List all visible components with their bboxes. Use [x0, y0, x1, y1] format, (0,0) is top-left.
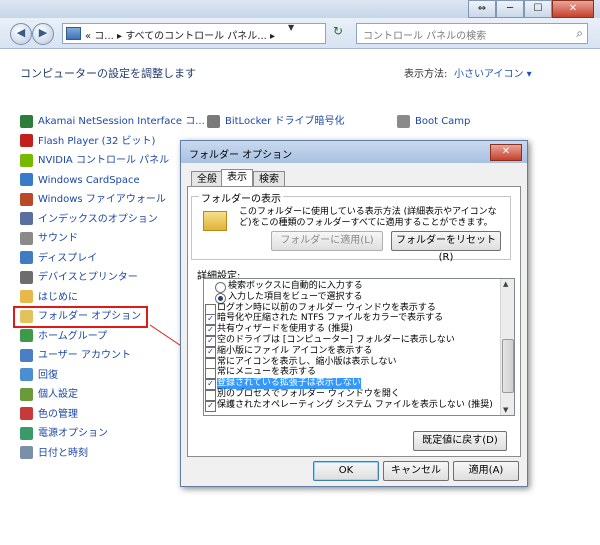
setting-row[interactable]: 入力した項目をビューで選択する [204, 291, 500, 304]
folder-views-label: フォルダーの表示 [199, 190, 283, 205]
cancel-button[interactable]: キャンセル [383, 461, 449, 481]
setting-label: 共有ウィザードを使用する (推奨) [217, 324, 353, 335]
setting-label: ログオン時に以前のフォルダー ウィンドウを表示する [217, 302, 436, 313]
scroll-down-icon[interactable]: ▼ [503, 406, 508, 414]
reset-folders-button[interactable]: フォルダーをリセット(R) [391, 231, 501, 263]
dialog-title: フォルダー オプション [189, 150, 293, 161]
setting-row[interactable]: ✓ 空のドライブは [コンピューター] フォルダーに表示しない [204, 335, 500, 347]
setting-row[interactable]: ✓ 登録されている拡張子は表示しない [204, 378, 500, 391]
setting-row[interactable]: 検索ボックスに自動的に入力する [204, 281, 500, 293]
apply-button[interactable]: 適用(A) [453, 461, 519, 481]
setting-label: 検索ボックスに自動的に入力する [228, 281, 363, 291]
setting-label: 保護されたオペレーティング システム ファイルを表示しない (推奨) [217, 399, 493, 410]
apply-to-folders-button[interactable]: フォルダーに適用(L) [271, 231, 383, 251]
scroll-thumb[interactable] [502, 339, 514, 393]
setting-label: 登録されている拡張子は表示しない [217, 378, 361, 390]
setting-checkbox[interactable]: ✓ [205, 400, 216, 412]
setting-row[interactable]: 常にアイコンを表示し、縮小版は表示しない [204, 356, 500, 369]
dialog-close-button[interactable]: ✕ [490, 144, 522, 161]
setting-row[interactable]: ✓ 縮小版にファイル アイコンを表示する [204, 345, 500, 358]
setting-row[interactable]: ログオン時に以前のフォルダー ウィンドウを表示する [204, 302, 500, 315]
setting-label: 常にアイコンを表示し、縮小版は表示しない [217, 356, 397, 367]
setting-label: 別のプロセスでフォルダー ウィンドウを開く [217, 389, 400, 399]
tab-view[interactable]: 表示 [221, 169, 253, 187]
setting-row[interactable]: ✓ 暗号化や圧縮された NTFS ファイルをカラーで表示する [204, 313, 500, 326]
dialog-titlebar: フォルダー オプション ✕ [181, 141, 527, 163]
scroll-up-icon[interactable]: ▲ [503, 280, 508, 288]
setting-label: 常にメニューを表示する [217, 367, 317, 378]
setting-row[interactable]: 別のプロセスでフォルダー ウィンドウを開く [204, 389, 500, 401]
tab-search[interactable]: 検索 [253, 171, 285, 187]
setting-row[interactable]: ✓ 共有ウィザードを使用する (推奨) [204, 324, 500, 337]
setting-row[interactable]: 常にメニューを表示する [204, 367, 500, 380]
scrollbar[interactable]: ▲ ▼ [500, 279, 514, 415]
restore-defaults-button[interactable]: 既定値に戻す(D) [413, 431, 507, 451]
setting-label: 縮小版にファイル アイコンを表示する [217, 345, 373, 356]
setting-row[interactable]: ✓ 保護されたオペレーティング システム ファイルを表示しない (推奨) [204, 399, 500, 412]
folder-options-dialog: フォルダー オプション ✕ 全般 表示 検索 フォルダーの表示 このフォルダーに… [180, 140, 528, 487]
setting-label: 暗号化や圧縮された NTFS ファイルをカラーで表示する [217, 313, 444, 324]
tab-general[interactable]: 全般 [191, 171, 223, 187]
setting-label: 空のドライブは [コンピューター] フォルダーに表示しない [217, 335, 455, 345]
ok-button[interactable]: OK [313, 461, 379, 481]
advanced-settings-list[interactable]: 検索ボックスに自動的に入力する 入力した項目をビューで選択する ログオン時に以前のフ… [203, 278, 515, 416]
folder-views-description: このフォルダーに使用している表示方法 (詳細表示やアイコンなど)をこの種類のフォ… [239, 207, 497, 228]
setting-label: 入力した項目をビューで選択する [228, 291, 363, 302]
folder-icon [203, 211, 227, 231]
